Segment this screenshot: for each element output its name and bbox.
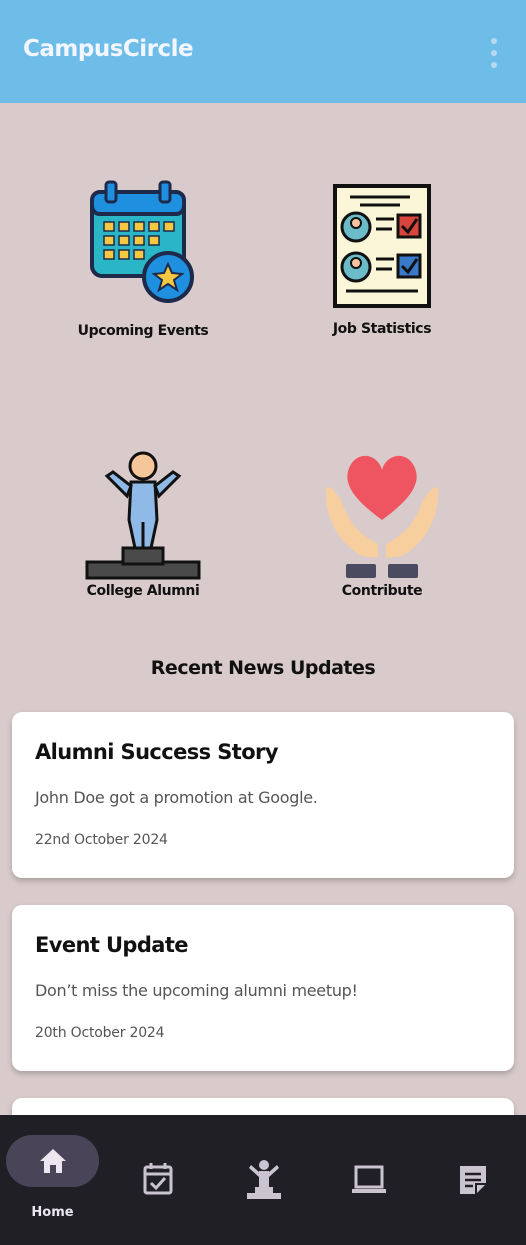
news-date: 20th October 2024 xyxy=(35,1025,165,1041)
nav-alumni[interactable] xyxy=(210,1115,315,1245)
home-icon xyxy=(40,1149,66,1173)
nav-label: Home xyxy=(31,1205,74,1220)
laptop-icon xyxy=(352,1165,386,1193)
news-body: Don’t miss the upcoming alumni meetup! xyxy=(35,981,358,1000)
podium-icon xyxy=(247,1160,281,1199)
tile-label: Contribute xyxy=(341,583,423,599)
news-title: Alumni Success Story xyxy=(35,740,279,764)
tile-label: Upcoming Events xyxy=(77,323,209,339)
tile-job-statistics[interactable]: Job Statistics xyxy=(282,183,482,337)
nav-laptop[interactable] xyxy=(315,1115,420,1245)
section-title: Recent News Updates xyxy=(150,657,376,679)
more-vert-icon[interactable] xyxy=(486,38,502,68)
app-bar: CampusCircle xyxy=(0,0,526,103)
bottom-navigation: Home xyxy=(0,1115,526,1245)
tile-label: College Alumni xyxy=(86,583,200,599)
note-icon xyxy=(460,1166,486,1194)
tile-label: Job Statistics xyxy=(332,321,432,337)
resume-checklist-icon xyxy=(333,184,431,308)
news-title: Event Update xyxy=(35,933,189,957)
news-card[interactable]: Event Update Don’t miss the upcoming alu… xyxy=(12,905,514,1071)
nav-home[interactable]: Home xyxy=(0,1115,105,1245)
nav-notes[interactable] xyxy=(420,1115,526,1245)
app-title: CampusCircle xyxy=(23,36,194,62)
tile-upcoming-events[interactable]: Upcoming Events xyxy=(43,178,243,339)
tile-college-alumni[interactable]: College Alumni xyxy=(43,448,243,599)
calendar-check-icon xyxy=(143,1163,173,1195)
calendar-star-icon xyxy=(90,180,194,303)
news-body: John Doe got a promotion at Google. xyxy=(35,788,318,807)
podium-person-icon xyxy=(85,451,201,580)
nav-events[interactable] xyxy=(105,1115,210,1245)
news-date: 22nd October 2024 xyxy=(35,832,168,848)
tile-contribute[interactable]: Contribute xyxy=(282,448,482,599)
heart-hands-icon xyxy=(325,455,439,578)
news-card[interactable]: Alumni Success Story John Doe got a prom… xyxy=(12,712,514,878)
